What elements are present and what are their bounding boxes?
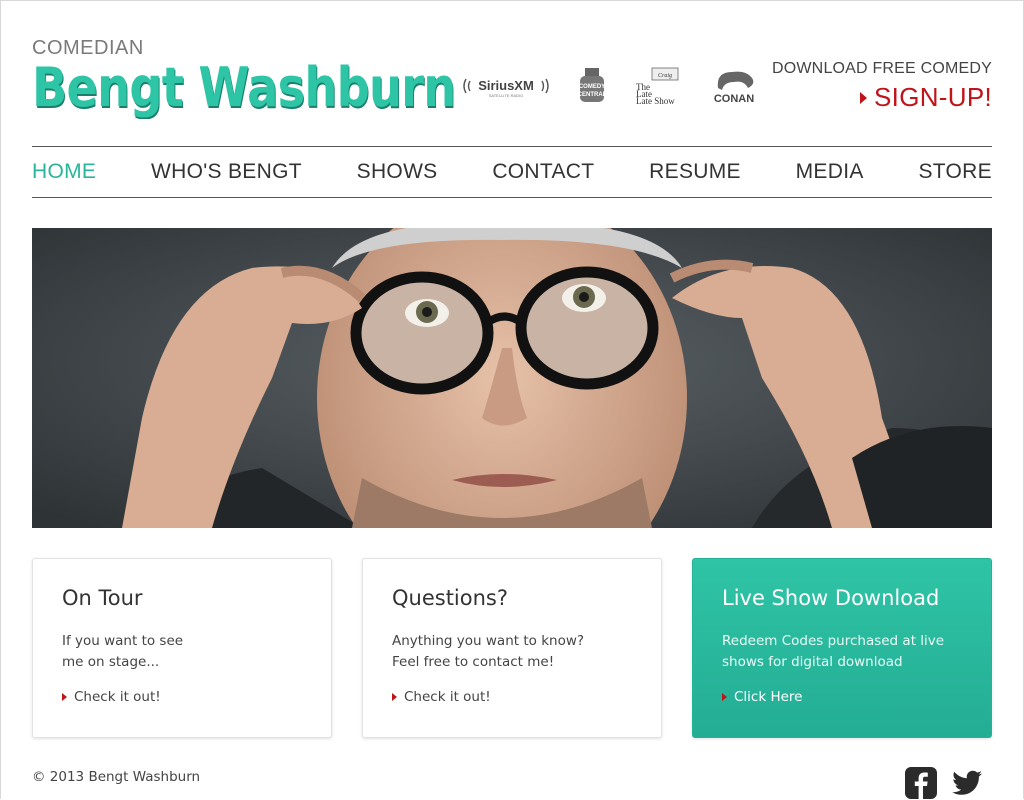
late-late-show-logo: Craig The Late Late Show bbox=[632, 66, 684, 106]
card-body: Anything you want to know? Feel free to … bbox=[392, 633, 585, 670]
svg-text:CENTRAL: CENTRAL bbox=[578, 92, 607, 98]
twitter-icon[interactable] bbox=[950, 766, 984, 800]
download-promo: DOWNLOAD FREE COMEDY SIGN-UP! bbox=[772, 60, 992, 113]
siriusxm-logo: SiriusXM SATELLITE RADIO bbox=[460, 71, 552, 101]
caret-right-icon bbox=[722, 693, 727, 701]
signup-link[interactable]: SIGN-UP! bbox=[772, 82, 992, 113]
svg-text:SATELLITE RADIO: SATELLITE RADIO bbox=[489, 93, 524, 98]
main-nav: HOME WHO'S BENGT SHOWS CONTACT RESUME ME… bbox=[32, 146, 992, 198]
facebook-icon[interactable] bbox=[904, 766, 938, 800]
nav-store[interactable]: STORE bbox=[918, 160, 991, 184]
nav-shows[interactable]: SHOWS bbox=[357, 160, 438, 184]
card-link-label: Click Here bbox=[734, 689, 803, 705]
nav-whos-bengt[interactable]: WHO'S BENGT bbox=[151, 160, 302, 184]
signup-label: SIGN-UP! bbox=[874, 82, 992, 112]
comedy-central-logo: COMEDY CENTRAL bbox=[576, 66, 608, 106]
caret-right-icon bbox=[392, 693, 397, 701]
promo-headline: DOWNLOAD FREE COMEDY bbox=[771, 60, 992, 77]
svg-text:Craig: Craig bbox=[658, 73, 672, 79]
caret-right-icon bbox=[62, 693, 67, 701]
hero-photo bbox=[32, 228, 992, 528]
card-body: Redeem Codes purchased at live shows for… bbox=[722, 633, 945, 670]
nav-resume[interactable]: RESUME bbox=[649, 160, 741, 184]
brand-subtitle: COMEDIAN bbox=[32, 37, 144, 59]
svg-text:Late Show: Late Show bbox=[636, 96, 675, 106]
card-body: If you want to see me on stage... bbox=[62, 633, 184, 670]
nav-home[interactable]: HOME bbox=[32, 160, 96, 184]
social-links bbox=[904, 766, 984, 800]
svg-text:COMEDY: COMEDY bbox=[579, 84, 605, 90]
nav-contact[interactable]: CONTACT bbox=[492, 160, 594, 184]
card-link-label: Check it out! bbox=[404, 689, 491, 705]
brand-name[interactable]: Bengt Washburn bbox=[32, 60, 456, 116]
card-link[interactable]: Check it out! bbox=[392, 689, 491, 705]
card-live-show-download: Live Show Download Redeem Codes purchase… bbox=[692, 558, 992, 738]
card-link[interactable]: Check it out! bbox=[62, 689, 161, 705]
card-title: Questions? bbox=[392, 586, 509, 610]
nav-media[interactable]: MEDIA bbox=[796, 160, 864, 184]
site-brand[interactable]: COMEDIAN Bengt Washburn bbox=[32, 38, 524, 116]
card-on-tour: On Tour If you want to see me on stage..… bbox=[32, 558, 332, 738]
card-link[interactable]: Click Here bbox=[722, 689, 802, 705]
caret-right-icon bbox=[860, 91, 868, 104]
card-title: Live Show Download bbox=[722, 586, 940, 610]
svg-text:CONAN: CONAN bbox=[714, 93, 754, 105]
card-link-label: Check it out! bbox=[74, 689, 161, 705]
card-questions: Questions? Anything you want to know? Fe… bbox=[362, 558, 662, 738]
card-title: On Tour bbox=[62, 586, 143, 610]
copyright: © 2013 Bengt Washburn bbox=[32, 769, 201, 785]
svg-text:SiriusXM: SiriusXM bbox=[478, 78, 534, 93]
conan-logo: CONAN bbox=[708, 66, 760, 106]
network-logos: SiriusXM SATELLITE RADIO COMEDY CENTRAL … bbox=[460, 62, 760, 110]
